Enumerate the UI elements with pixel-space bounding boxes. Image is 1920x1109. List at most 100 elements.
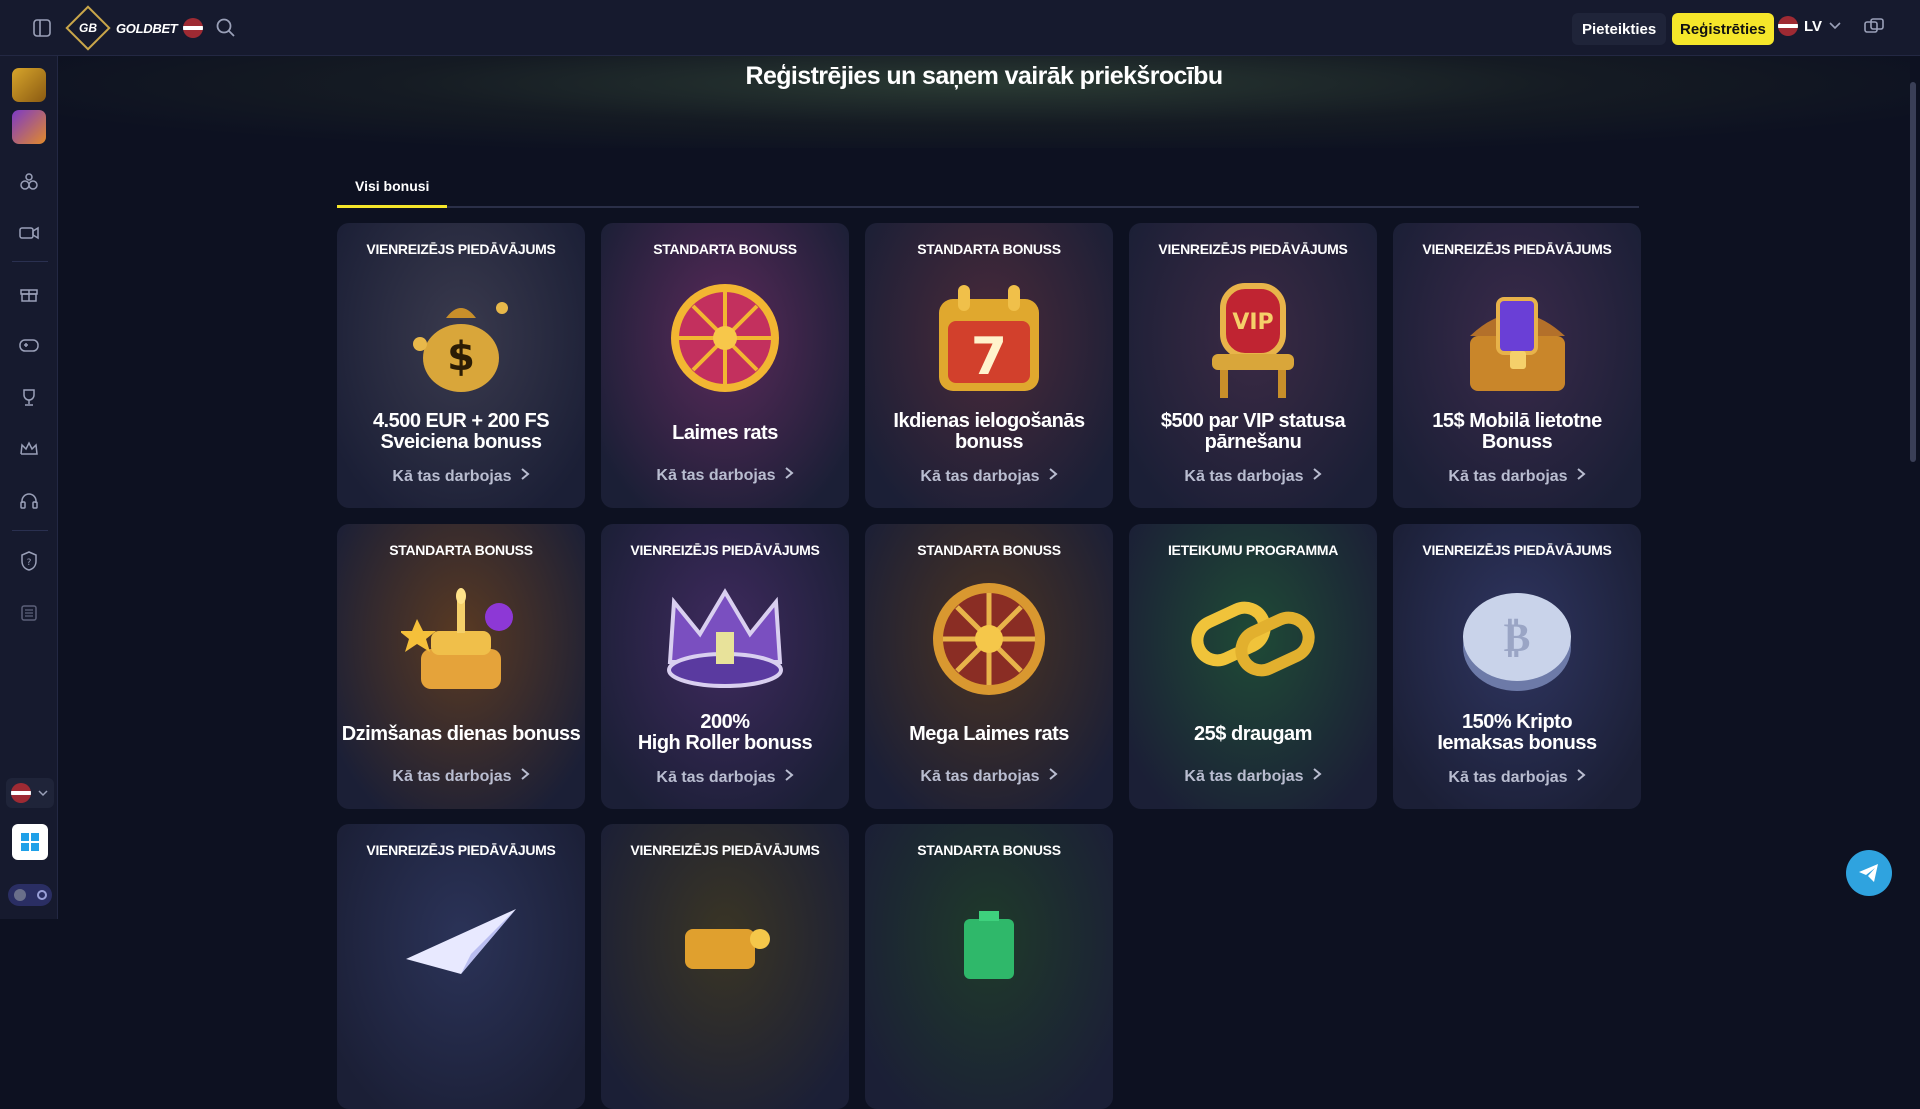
logo[interactable]: GB GOLDBET [65, 5, 204, 51]
bonus-card-title: 200% High Roller bonuss [605, 712, 845, 754]
vip-throne-icon: VIP [1183, 273, 1323, 403]
theme-toggle[interactable] [8, 884, 52, 906]
bonus-card-label: STANDARTA BONUSS [917, 241, 1061, 257]
scroll-icon [655, 874, 795, 1004]
bonus-card-label: VIENREIZĒJS PIEDĀVĀJUMS [1422, 241, 1612, 257]
bonus-card-label: IETEIKUMU PROGRAMMA [1167, 542, 1339, 558]
how-it-works-label: Kā tas darbojas [392, 768, 512, 785]
how-it-works-label: Kā tas darbojas [1448, 769, 1568, 786]
hero-banner: Reģistrējies un saņem vairāk priekšrocīb… [58, 56, 1910, 148]
login-button[interactable]: Pieteikties [1572, 13, 1667, 45]
rocket-promo-icon[interactable] [12, 110, 46, 144]
chevron-right-icon [1048, 467, 1058, 486]
how-it-works-link[interactable]: Kā tas darbojas [865, 467, 1113, 486]
how-it-works-link[interactable]: Kā tas darbojas [1129, 767, 1377, 786]
language-code: LV [1804, 17, 1823, 35]
gift-icon[interactable] [18, 282, 40, 304]
bonus-card-title-line: Iemaksas bonuss [1437, 732, 1597, 754]
bonus-card[interactable]: VIENREIZĒJS PIEDĀVĀJUMS VIP $500 par VIP s… [1129, 223, 1377, 508]
bonus-card-label: VIENREIZĒJS PIEDĀVĀJUMS [366, 842, 556, 858]
bonus-card[interactable]: VIENREIZĒJS PIEDĀVĀJUMS 200% High Roller b… [601, 524, 849, 809]
sidebar: ? [0, 56, 58, 919]
wheel-icon [655, 273, 795, 403]
how-it-works-link[interactable]: Kā tas darbojas [865, 767, 1113, 786]
bonus-card-title-line: 150% Kripto [1461, 711, 1573, 733]
bonus-card-title-line: 25$ draugam [1194, 723, 1312, 745]
chevron-down-icon [1829, 22, 1841, 30]
bonus-card-label: VIENREIZĒJS PIEDĀVĀJUMS [630, 542, 820, 558]
bonus-card[interactable]: IETEIKUMU PROGRAMMA 25$ draugam Kā tas dar… [1129, 524, 1377, 809]
telegram-button[interactable] [1846, 850, 1892, 896]
windows-app-icon[interactable] [12, 824, 48, 860]
bonus-card-title-line: 4.500 EUR + 200 FS [372, 410, 550, 432]
sidebar-language-select[interactable] [6, 778, 54, 808]
bonus-card-title: Ikdienas ielogošanās bonuss [869, 411, 1109, 453]
gamepad-icon[interactable] [18, 334, 40, 356]
bonus-card[interactable]: STANDARTA BONUSS 7 Ikdienas ielogošanās bon… [865, 223, 1113, 508]
bonus-card-title-line: Ikdienas ielogošanās [893, 410, 1085, 432]
how-it-works-link[interactable]: Kā tas darbojas [337, 767, 585, 786]
how-it-works-label: Kā tas darbojas [1184, 768, 1304, 785]
crown-icon[interactable] [18, 438, 40, 460]
chevron-right-icon [1312, 467, 1322, 486]
bonus-card[interactable]: VIENREIZĒJS PIEDĀVĀJUMS 15$ Mobilā lietot… [1393, 223, 1641, 508]
sports-icon[interactable] [18, 171, 40, 193]
bonus-card-title: 25$ draugam [1133, 724, 1373, 745]
chevron-down-icon [38, 790, 48, 797]
register-button[interactable]: Reģistrēties [1672, 13, 1774, 45]
how-it-works-link[interactable]: Kā tas darbojas [1393, 768, 1641, 787]
bonus-card[interactable]: STANDARTA BONUSS Mega Laimes rats Kā tas d… [865, 524, 1113, 809]
bonus-tabs: Visi bonusi [337, 170, 1639, 208]
bonus-card[interactable]: STANDARTA BONUSS [865, 824, 1113, 1109]
sidebar-divider [12, 530, 48, 531]
gift-promo-icon[interactable] [12, 68, 46, 102]
svg-text:?: ? [27, 558, 32, 568]
page-title: Reģistrējies un saņem vairāk priekšrocīb… [745, 62, 1223, 90]
language-select[interactable]: LV [1778, 16, 1842, 36]
bonus-card[interactable]: VIENREIZĒJS PIEDĀVĀJUMS ₿ 150% Kripto Iemak… [1393, 524, 1641, 809]
sidebar-toggle-icon[interactable] [31, 17, 53, 39]
bonus-card-title-line: High Roller bonuss [637, 732, 813, 754]
sun-icon [36, 890, 47, 900]
bonus-card[interactable]: STANDARTA BONUSS Dzimšanas dienas bonuss K… [337, 524, 585, 809]
bonus-card-title-line: bonuss [954, 431, 1024, 453]
logo-mark: GB [65, 5, 111, 51]
battery-icon [919, 874, 1059, 1004]
tab-all-bonuses[interactable]: Visi bonusi [337, 170, 448, 208]
page-scrollbar[interactable] [1910, 82, 1916, 462]
bonus-card-label: STANDARTA BONUSS [389, 542, 533, 558]
trophy-icon[interactable] [18, 386, 40, 408]
chevron-right-icon [784, 768, 794, 787]
mega-wheel-icon [919, 574, 1059, 704]
help-shield-icon[interactable]: ? [18, 550, 40, 572]
bonus-card[interactable]: VIENREIZĒJS PIEDĀVĀJUMS [601, 824, 849, 1109]
bonus-card-title: $500 par VIP statusa pārnešanu [1133, 411, 1373, 453]
chevron-right-icon [520, 767, 530, 786]
bonus-card-title: 4.500 EUR + 200 FS Sveiciena bonuss [341, 411, 581, 453]
paper-plane-icon [391, 874, 531, 1004]
how-it-works-label: Kā tas darbojas [920, 468, 1040, 485]
bonus-card-label: STANDARTA BONUSS [917, 842, 1061, 858]
headset-icon[interactable] [18, 490, 40, 512]
how-it-works-link[interactable]: Kā tas darbojas [601, 768, 849, 787]
bonus-card-label: STANDARTA BONUSS [653, 241, 797, 257]
bonus-card[interactable]: STANDARTA BONUSS Laimes rats Kā tas darboj… [601, 223, 849, 508]
bonus-card-title-line: Mega Laimes rats [909, 723, 1069, 745]
chevron-right-icon [1576, 768, 1586, 787]
chain-icon [1183, 574, 1323, 704]
live-video-icon[interactable] [18, 222, 40, 244]
calendar-icon: 7 [919, 273, 1059, 403]
how-it-works-link[interactable]: Kā tas darbojas [1129, 467, 1377, 486]
how-it-works-link[interactable]: Kā tas darbojas [1393, 467, 1641, 486]
search-icon[interactable] [214, 16, 238, 40]
document-icon[interactable] [18, 602, 40, 624]
bonus-card-title-line: Bonuss [1481, 431, 1553, 453]
how-it-works-link[interactable]: Kā tas darbojas [337, 467, 585, 486]
sidebar-divider [12, 261, 48, 262]
how-it-works-link[interactable]: Kā tas darbojas [601, 466, 849, 485]
how-it-works-label: Kā tas darbojas [1448, 468, 1568, 485]
chat-icon[interactable] [1862, 16, 1886, 40]
bonus-card[interactable]: VIENREIZĒJS PIEDĀVĀJUMS $4.500 EUR + 200 … [337, 223, 585, 508]
chest-icon [1447, 273, 1587, 403]
bonus-card[interactable]: VIENREIZĒJS PIEDĀVĀJUMS [337, 824, 585, 1109]
